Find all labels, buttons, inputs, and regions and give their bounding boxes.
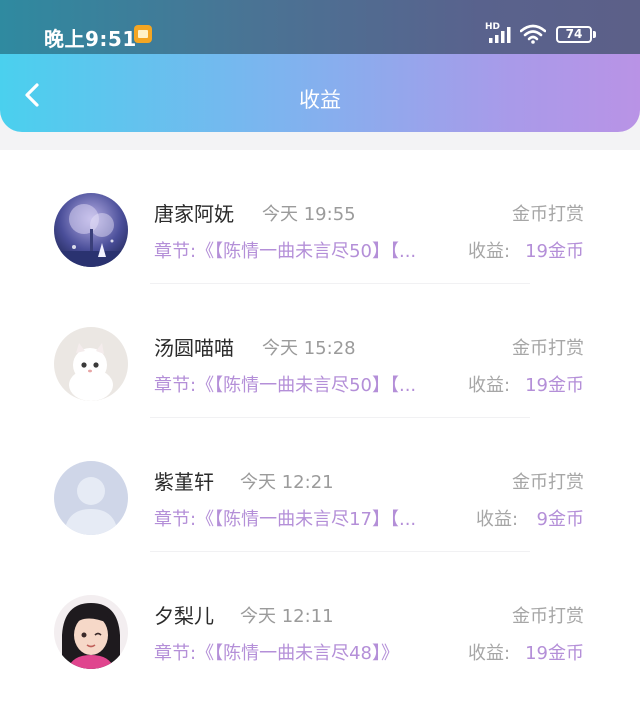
wifi-icon xyxy=(520,24,546,44)
earnings-label: 收益: xyxy=(476,509,519,530)
record-type: 金币打赏 xyxy=(512,606,584,627)
list-item[interactable]: 紫堇轩 今天 12:21 金币打赏 章节:《【陈情一曲未言尽17】【... 收益… xyxy=(0,418,640,552)
page-title: 收益 xyxy=(299,88,341,112)
battery-cap xyxy=(593,31,596,38)
record-type: 金币打赏 xyxy=(512,472,584,493)
cellular-signal-icon xyxy=(489,27,511,43)
user-name: 紫堇轩 xyxy=(154,470,214,494)
earnings-value: 9金币 xyxy=(536,509,584,530)
chapter-link[interactable]: 章节:《【陈情一曲未言尽50】【... xyxy=(154,371,416,397)
avatar[interactable] xyxy=(54,461,128,535)
record-time: 今天 12:21 xyxy=(240,472,334,493)
user-name: 唐家阿妩 xyxy=(154,202,234,226)
avatar[interactable] xyxy=(54,595,128,669)
list-item[interactable]: 汤圆喵喵 今天 15:28 金币打赏 章节:《【陈情一曲未言尽50】【... 收… xyxy=(0,284,640,418)
status-time: 晚上9:51 xyxy=(44,27,137,51)
record-type: 金币打赏 xyxy=(512,338,584,359)
record-time: 今天 15:28 xyxy=(262,338,356,359)
earnings-list: 唐家阿妩 今天 19:55 金币打赏 章节:《【陈情一曲未言尽50】【... 收… xyxy=(0,150,640,718)
battery-level: 74 xyxy=(565,27,583,41)
earnings-label: 收益: xyxy=(468,241,511,262)
earnings-value: 19金币 xyxy=(525,375,584,396)
avatar[interactable] xyxy=(54,327,128,401)
chapter-link[interactable]: 章节:《【陈情一曲未言尽50】【... xyxy=(154,237,416,263)
earnings-value: 19金币 xyxy=(525,643,584,664)
user-name: 汤圆喵喵 xyxy=(154,336,234,360)
record-time: 今天 19:55 xyxy=(262,204,356,225)
avatar[interactable] xyxy=(54,193,128,267)
list-item[interactable]: 唐家阿妩 今天 19:55 金币打赏 章节:《【陈情一曲未言尽50】【... 收… xyxy=(0,150,640,284)
battery-icon: 74 xyxy=(556,26,592,43)
record-time: 今天 12:11 xyxy=(240,606,334,627)
notification-app-icon xyxy=(134,25,152,43)
list-item[interactable]: 夕梨儿 今天 12:11 金币打赏 章节:《【陈情一曲未言尽48】》 收益: 1… xyxy=(0,552,640,686)
record-type: 金币打赏 xyxy=(512,204,584,225)
status-bar: 晚上9:51 HD 74 xyxy=(0,0,640,54)
earnings-label: 收益: xyxy=(468,375,511,396)
earnings-value: 19金币 xyxy=(525,241,584,262)
earnings-label: 收益: xyxy=(468,643,511,664)
user-name: 夕梨儿 xyxy=(154,604,214,628)
chapter-link[interactable]: 章节:《【陈情一曲未言尽17】【... xyxy=(154,505,416,531)
chapter-link[interactable]: 章节:《【陈情一曲未言尽48】》 xyxy=(154,639,399,665)
